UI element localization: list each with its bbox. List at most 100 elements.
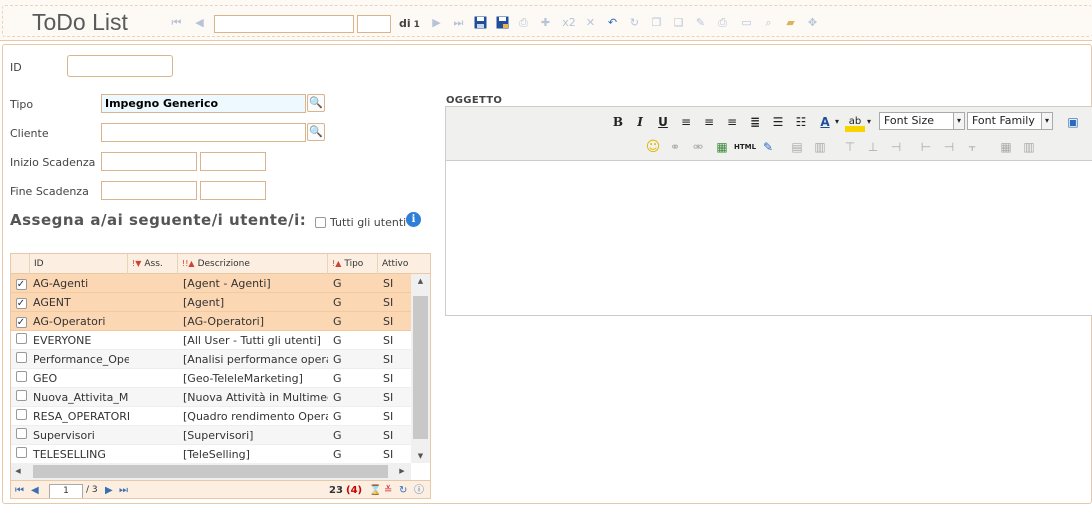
first-record-icon[interactable]: ⏮ bbox=[170, 16, 183, 29]
row-checkbox[interactable] bbox=[15, 333, 27, 344]
delete-row-icon[interactable]: ⊣ bbox=[886, 137, 906, 157]
print-icon[interactable]: ⎙ bbox=[716, 16, 729, 29]
font-size-select[interactable]: Font Size ▾ bbox=[879, 112, 965, 130]
hscroll-thumb[interactable] bbox=[33, 465, 388, 478]
record-nav-input[interactable] bbox=[214, 15, 354, 33]
row-checkbox[interactable] bbox=[15, 371, 27, 382]
row-checkbox[interactable]: ✓ bbox=[15, 279, 27, 290]
all-users-checkbox[interactable] bbox=[315, 217, 326, 228]
pager-page-input[interactable]: 1 bbox=[49, 484, 83, 498]
refresh-icon[interactable]: ↻ bbox=[628, 16, 641, 29]
col-header-id[interactable]: ID bbox=[29, 254, 127, 274]
row-checkbox-cell[interactable] bbox=[13, 388, 29, 407]
row-checkbox[interactable] bbox=[15, 409, 27, 420]
row-checkbox[interactable] bbox=[15, 390, 27, 401]
fine-date-field[interactable] bbox=[101, 181, 197, 200]
split-cells-icon[interactable]: ▥ bbox=[1019, 137, 1039, 157]
bullet-list-icon[interactable]: ☰ bbox=[768, 112, 788, 132]
table-row[interactable]: Supervisori [Supervisori] G SI bbox=[11, 426, 411, 445]
image-icon[interactable]: ▦ bbox=[712, 137, 732, 157]
page-number-input[interactable] bbox=[357, 15, 391, 33]
undo-icon[interactable]: ↶ bbox=[606, 16, 619, 29]
align-center-icon[interactable]: ≡ bbox=[699, 112, 719, 132]
save-as-icon[interactable] bbox=[496, 16, 509, 29]
table-row[interactable]: RESA_OPERATORI [Quadro rendimento Operat G… bbox=[11, 407, 411, 426]
emoticon-icon[interactable]: ☺ bbox=[643, 137, 663, 157]
delete-icon[interactable]: ✕ bbox=[584, 16, 597, 29]
table-row[interactable]: ✓ AGENT [Agent] G SI bbox=[11, 293, 411, 312]
grid-vertical-scrollbar[interactable]: ▲ ▼ bbox=[411, 274, 430, 463]
table-row[interactable]: EVERYONE [All User - Tutti gli utenti] G SI bbox=[11, 331, 411, 350]
paste-icon[interactable]: ❏ bbox=[672, 16, 685, 29]
row-checkbox[interactable] bbox=[15, 447, 27, 458]
underline-button[interactable]: U bbox=[653, 112, 673, 132]
row-checkbox-cell[interactable] bbox=[13, 445, 29, 464]
table-row[interactable]: GEO [Geo-TeleleMarketing] G SI bbox=[11, 369, 411, 388]
table-row[interactable]: ✓ AG-Agenti [Agent - Agenti] G SI bbox=[11, 274, 411, 293]
row-checkbox-cell[interactable] bbox=[13, 407, 29, 426]
row-checkbox-cell[interactable]: ✓ bbox=[13, 312, 29, 331]
row-checkbox[interactable] bbox=[15, 428, 27, 439]
copy-icon[interactable]: ❐ bbox=[650, 16, 663, 29]
inizio-date-field[interactable] bbox=[101, 152, 197, 171]
row-checkbox[interactable]: ✓ bbox=[15, 298, 27, 309]
editor-content-area[interactable] bbox=[446, 161, 1092, 315]
html-source-button[interactable]: HTML bbox=[733, 137, 757, 157]
row-checkbox-cell[interactable] bbox=[13, 369, 29, 388]
fine-time-field[interactable] bbox=[200, 181, 266, 200]
prev-record-icon[interactable]: ◀ bbox=[193, 16, 206, 29]
copy-x2-icon[interactable]: x2 bbox=[561, 16, 577, 29]
tipo-search-icon[interactable]: 🔍 bbox=[307, 94, 325, 112]
bold-button[interactable]: B bbox=[608, 112, 628, 132]
table-props-icon[interactable]: ▥ bbox=[810, 137, 830, 157]
justify-icon[interactable]: ≣ bbox=[745, 112, 765, 132]
folder-icon[interactable]: ▰ bbox=[784, 16, 797, 29]
col-header-attivo[interactable]: Attivo bbox=[377, 254, 430, 274]
table-row[interactable]: TELESELLING [TeleSelling] G SI bbox=[11, 445, 411, 464]
insert-row-after-icon[interactable]: ⊥ bbox=[863, 137, 883, 157]
align-left-icon[interactable]: ≡ bbox=[676, 112, 696, 132]
table-row[interactable]: Nuova_Attivita_M [Nuova Attività in Multi… bbox=[11, 388, 411, 407]
italic-button[interactable]: I bbox=[630, 112, 650, 132]
next-record-icon[interactable]: ▶ bbox=[430, 16, 443, 29]
edit-icon[interactable]: ✎ bbox=[694, 16, 707, 29]
scroll-down-icon[interactable]: ▼ bbox=[411, 449, 430, 463]
info-icon[interactable]: i bbox=[406, 212, 421, 227]
unlink-icon[interactable]: ⚮ bbox=[688, 137, 708, 157]
filter-icon[interactable]: ⌛ bbox=[369, 485, 381, 497]
row-checkbox-cell[interactable]: ✓ bbox=[13, 293, 29, 312]
row-checkbox-cell[interactable] bbox=[13, 331, 29, 350]
fullscreen-icon[interactable]: ▣ bbox=[1063, 112, 1083, 132]
scroll-thumb[interactable] bbox=[413, 296, 428, 439]
merge-cells-icon[interactable]: ▦ bbox=[996, 137, 1016, 157]
grid-refresh-icon[interactable]: ↻ bbox=[399, 485, 407, 497]
row-checkbox-cell[interactable]: ✓ bbox=[13, 274, 29, 293]
scroll-right-icon[interactable]: ▶ bbox=[395, 463, 409, 480]
grid-horizontal-scrollbar[interactable]: ◀ ▶ bbox=[11, 463, 411, 480]
insert-col-after-icon[interactable]: ⊣ bbox=[939, 137, 959, 157]
zoom-icon[interactable]: ⌕ bbox=[762, 16, 775, 29]
scroll-up-icon[interactable]: ▲ bbox=[411, 274, 430, 288]
insert-row-before-icon[interactable]: ⊤ bbox=[840, 137, 860, 157]
col-header-tipo[interactable]: !▲ Tipo bbox=[327, 254, 377, 274]
delete-col-icon[interactable]: ⫟ bbox=[962, 137, 982, 157]
highlight-dropdown-icon[interactable]: ▾ bbox=[864, 112, 874, 132]
col-header-ass[interactable]: !▼ Ass. bbox=[127, 254, 177, 274]
font-family-select[interactable]: Font Family ▾ bbox=[967, 112, 1053, 130]
print-preview-icon[interactable]: ⎙ bbox=[517, 16, 530, 29]
grid-info-icon[interactable]: ⓘ bbox=[414, 485, 424, 497]
row-checkbox[interactable]: ✓ bbox=[15, 317, 27, 328]
edit-box-icon[interactable]: ✎ bbox=[758, 137, 778, 157]
expand-icon[interactable]: ≚ bbox=[384, 485, 392, 497]
align-right-icon[interactable]: ≡ bbox=[722, 112, 742, 132]
cliente-field[interactable] bbox=[101, 123, 306, 142]
last-record-icon[interactable]: ⏭ bbox=[452, 16, 465, 29]
row-checkbox-cell[interactable] bbox=[13, 426, 29, 445]
row-checkbox-cell[interactable] bbox=[13, 350, 29, 369]
inizio-time-field[interactable] bbox=[200, 152, 266, 171]
font-color-dropdown-icon[interactable]: ▾ bbox=[832, 112, 842, 132]
save-icon[interactable] bbox=[474, 16, 487, 29]
tipo-field[interactable]: Impegno Generico bbox=[101, 94, 306, 113]
all-users-option[interactable]: Tutti gli utenti bbox=[315, 216, 406, 229]
cliente-search-icon[interactable]: 🔍 bbox=[307, 123, 325, 141]
